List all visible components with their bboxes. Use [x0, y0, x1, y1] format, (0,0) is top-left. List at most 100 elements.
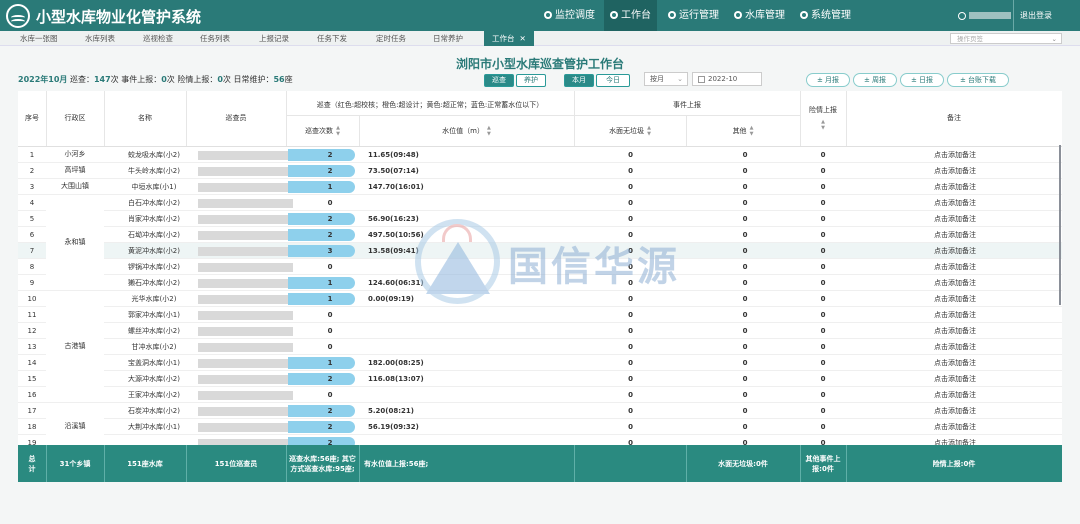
patrol-count[interactable]: 0 — [286, 323, 374, 339]
reservoir-icon — [734, 11, 742, 19]
add-note-link[interactable]: 点击添加备注 — [848, 179, 1062, 195]
header-patrol-count[interactable]: 巡查次数 ▲ ▼ — [286, 125, 359, 137]
sort-icon[interactable]: ▲ ▼ — [821, 119, 825, 131]
page-tab-select[interactable]: 操作页签 ⌄ — [950, 33, 1062, 44]
totals-patrol: 巡查水库:56座; 其它方式巡查水库:95座; — [289, 454, 356, 473]
add-note-link[interactable]: 点击添加备注 — [848, 307, 1062, 323]
app-logo-icon — [6, 4, 30, 28]
inspector-redacted — [198, 279, 293, 288]
row-index: 16 — [27, 391, 37, 399]
patrol-count[interactable]: 0 — [286, 387, 374, 403]
totals-danger: 险情上报:0件 — [932, 459, 976, 468]
patrol-count[interactable]: 2 — [286, 147, 374, 163]
daily-report-button[interactable]: ± 日报 — [900, 73, 944, 87]
add-note-link[interactable]: 点击添加备注 — [848, 227, 1062, 243]
tab-reservoir-map[interactable]: 水库一张图 — [20, 31, 58, 46]
table-row: 17 石炭冲水库(小2) 2 5.20(08:21) 0 0 0 点击添加备注 — [18, 403, 1062, 419]
user-menu[interactable] — [958, 0, 1011, 31]
monthly-report-button[interactable]: ± 月报 — [806, 73, 850, 87]
patrol-count[interactable]: 2 — [286, 227, 374, 243]
patrol-count[interactable]: 2 — [286, 211, 374, 227]
toggle-this-month[interactable]: 本月 — [564, 74, 594, 87]
toggle-patrol[interactable]: 巡查 — [484, 74, 514, 87]
add-note-link[interactable]: 点击添加备注 — [848, 259, 1062, 275]
no-garbage-count: 0 — [628, 343, 633, 351]
patrol-count[interactable]: 2 — [286, 403, 374, 419]
logout-button[interactable]: 退出登录 — [1013, 0, 1052, 31]
other-event-count: 0 — [742, 231, 748, 239]
add-note-link[interactable]: 点击添加备注 — [848, 195, 1062, 211]
add-note-link[interactable]: 点击添加备注 — [848, 291, 1062, 307]
inspector-redacted — [198, 151, 293, 160]
sort-icon[interactable]: ▲ ▼ — [647, 125, 651, 137]
patrol-count[interactable]: 1 — [286, 291, 374, 307]
add-note-link[interactable]: 点击添加备注 — [848, 339, 1062, 355]
header-other[interactable]: 其他 ▲ ▼ — [686, 125, 800, 137]
toggle-maintenance[interactable]: 养护 — [516, 74, 546, 87]
patrol-count[interactable]: 0 — [286, 259, 374, 275]
sort-icon[interactable]: ▲ ▼ — [750, 125, 754, 137]
tab-patrol-check[interactable]: 巡视检查 — [143, 31, 173, 46]
header-danger[interactable]: 险情上报 ▲ ▼ — [800, 105, 846, 131]
no-garbage-count: 0 — [628, 263, 633, 271]
toggle-today[interactable]: 今日 — [596, 74, 630, 87]
patrol-count[interactable]: 2 — [286, 371, 374, 387]
no-garbage-count: 0 — [628, 279, 633, 287]
patrol-count[interactable]: 1 — [286, 275, 374, 291]
sort-icon[interactable]: ▲ ▼ — [487, 125, 491, 137]
nav-reservoir[interactable]: 水库管理 — [728, 0, 791, 31]
add-note-link[interactable]: 点击添加备注 — [848, 419, 1062, 435]
close-icon[interactable]: ✕ — [520, 34, 526, 43]
tab-daily-maintenance[interactable]: 日常养护 — [433, 31, 463, 46]
add-note-link[interactable]: 点击添加备注 — [848, 147, 1062, 163]
tab-reservoir-list[interactable]: 水库列表 — [85, 31, 115, 46]
table-scrollbar[interactable] — [1059, 145, 1061, 305]
patrol-count[interactable]: 2 — [286, 163, 374, 179]
user-icon — [668, 11, 676, 19]
row-index: 18 — [27, 423, 37, 431]
tab-workbench[interactable]: 工作台 ✕ — [484, 31, 534, 46]
date-picker[interactable]: 2022-10 — [692, 72, 762, 86]
row-index: 3 — [29, 183, 35, 191]
monitor-icon — [544, 11, 552, 19]
row-index: 4 — [29, 199, 35, 207]
header-no-garbage[interactable]: 水面无垃圾 ▲ ▼ — [574, 125, 686, 137]
inspector-redacted — [198, 327, 293, 336]
water-level-value — [368, 387, 568, 403]
reservoir-name: 甘冲水库(小2) — [131, 343, 177, 351]
sort-icon[interactable]: ▲ ▼ — [336, 125, 340, 137]
header-event-group: 事件上报 — [673, 101, 701, 109]
patrol-count[interactable]: 0 — [286, 195, 374, 211]
add-note-link[interactable]: 点击添加备注 — [848, 371, 1062, 387]
add-note-link[interactable]: 点击添加备注 — [848, 355, 1062, 371]
nav-monitor[interactable]: 监控调度 — [538, 0, 601, 31]
nav-workbench[interactable]: 工作台 — [604, 0, 657, 31]
patrol-count[interactable]: 3 — [286, 243, 374, 259]
add-note-link[interactable]: 点击添加备注 — [848, 163, 1062, 179]
patrol-count[interactable]: 0 — [286, 339, 374, 355]
tab-report-records[interactable]: 上报记录 — [259, 31, 289, 46]
reservoir-name: 王家冲水库(小2) — [128, 391, 180, 399]
ledger-download-button[interactable]: ± 台账下载 — [947, 73, 1009, 87]
add-note-link[interactable]: 点击添加备注 — [848, 387, 1062, 403]
add-note-link[interactable]: 点击添加备注 — [848, 243, 1062, 259]
add-note-link[interactable]: 点击添加备注 — [848, 275, 1062, 291]
water-level-value: 0.00(09:19) — [368, 295, 414, 303]
water-level-value — [368, 323, 568, 339]
patrol-count[interactable]: 1 — [286, 355, 374, 371]
header-water-level[interactable]: 水位值（m） ▲ ▼ — [359, 125, 574, 137]
add-note-link[interactable]: 点击添加备注 — [848, 211, 1062, 227]
period-select[interactable]: 按月 ⌄ — [644, 72, 688, 86]
patrol-count[interactable]: 1 — [286, 179, 374, 195]
tab-task-list[interactable]: 任务列表 — [200, 31, 230, 46]
tab-task-dispatch[interactable]: 任务下发 — [317, 31, 347, 46]
table-row: 4 白石冲水库(小2) 0 0 0 0 点击添加备注 — [18, 195, 1062, 211]
nav-operation[interactable]: 运行管理 — [662, 0, 725, 31]
add-note-link[interactable]: 点击添加备注 — [848, 323, 1062, 339]
weekly-report-button[interactable]: ± 周报 — [853, 73, 897, 87]
nav-system[interactable]: 系统管理 — [794, 0, 857, 31]
tab-scheduled-task[interactable]: 定时任务 — [376, 31, 406, 46]
patrol-count[interactable]: 0 — [286, 307, 374, 323]
patrol-count[interactable]: 2 — [286, 419, 374, 435]
add-note-link[interactable]: 点击添加备注 — [848, 403, 1062, 419]
